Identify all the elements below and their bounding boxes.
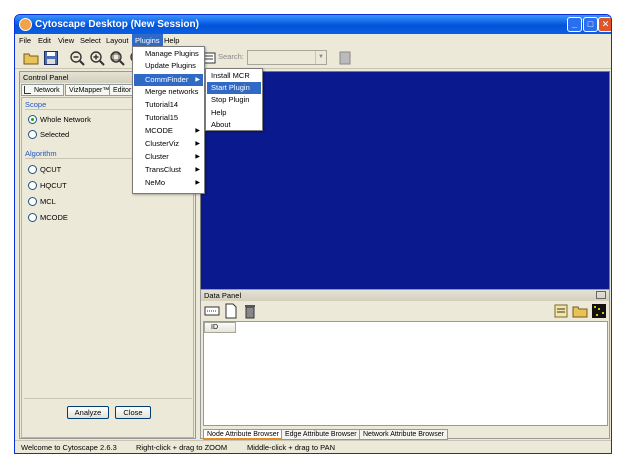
search-label: Search: bbox=[218, 52, 244, 61]
algorithm-mcl-label: MCL bbox=[40, 197, 56, 206]
radio-unselected-icon bbox=[28, 213, 37, 222]
algorithm-qcut-label: QCUT bbox=[40, 165, 62, 174]
status-zoom-hint: Right-click + drag to ZOOM bbox=[136, 443, 228, 452]
tab-network[interactable]: Network bbox=[21, 84, 64, 96]
submenu-arrow-icon: ▶ bbox=[195, 154, 200, 160]
submenu-arrow-icon: ▶ bbox=[195, 128, 200, 134]
scope-whole-network-label: Whole Network bbox=[40, 115, 91, 124]
menu-item-nemo[interactable]: NeMo ▶ bbox=[134, 177, 203, 189]
tab-vizmapper[interactable]: VizMapper™ bbox=[65, 84, 114, 96]
tab-network-label: Network bbox=[34, 87, 60, 94]
button-divider bbox=[24, 398, 192, 399]
status-welcome: Welcome to Cytoscape 2.6.3 bbox=[21, 443, 117, 452]
menu-item-stop-plugin[interactable]: Stop Plugin bbox=[207, 94, 261, 106]
new-attribute-icon[interactable] bbox=[223, 303, 239, 319]
menu-select[interactable]: Select bbox=[77, 34, 104, 47]
zoom-fit-icon[interactable] bbox=[109, 50, 125, 66]
menu-item-install-mcr[interactable]: Install MCR bbox=[207, 70, 261, 82]
radio-unselected-icon bbox=[28, 197, 37, 206]
close-window-button[interactable]: ✕ bbox=[598, 17, 611, 32]
zoom-in-icon[interactable] bbox=[89, 50, 105, 66]
menu-item-merge-networks[interactable]: Merge networks bbox=[134, 86, 203, 98]
import-folder-icon[interactable] bbox=[572, 303, 588, 319]
details-icon[interactable] bbox=[337, 50, 353, 66]
algorithm-hqcut-radio[interactable]: HQCUT bbox=[28, 180, 67, 191]
menu-item-tutorial14[interactable]: Tutorial14 bbox=[134, 99, 203, 111]
chevron-down-icon[interactable]: ▼ bbox=[315, 51, 326, 64]
status-bar: Welcome to Cytoscape 2.6.3 Right-click +… bbox=[15, 440, 611, 453]
toolbar: Search: ▼ bbox=[15, 47, 611, 69]
scope-selected-label: Selected bbox=[40, 130, 70, 139]
minimize-button[interactable]: _ bbox=[567, 17, 582, 32]
cytoscape-app-icon bbox=[19, 18, 32, 31]
submenu-arrow-icon: ▶ bbox=[195, 77, 200, 83]
data-panel-title: Data Panel bbox=[201, 290, 609, 301]
save-icon[interactable] bbox=[43, 50, 59, 66]
tab-network-attribute-browser[interactable]: Network Attribute Browser bbox=[359, 429, 448, 440]
data-panel-toolbar bbox=[201, 302, 609, 320]
submenu-arrow-icon: ▶ bbox=[195, 141, 200, 147]
tab-node-attribute-browser[interactable]: Node Attribute Browser bbox=[203, 429, 283, 440]
menu-item-update-plugins[interactable]: Update Plugins bbox=[134, 60, 203, 72]
matrix-icon[interactable] bbox=[591, 303, 607, 319]
tab-edge-attribute-browser[interactable]: Edge Attribute Browser bbox=[281, 429, 361, 440]
menu-edit[interactable]: Edit bbox=[35, 34, 54, 47]
menu-item-start-plugin[interactable]: Start Plugin bbox=[207, 82, 261, 94]
radio-unselected-icon bbox=[28, 165, 37, 174]
float-window-icon[interactable] bbox=[596, 291, 606, 299]
menu-item-manage-plugins[interactable]: Manage Plugins bbox=[134, 48, 203, 60]
radio-selected-icon bbox=[28, 115, 37, 124]
algorithm-mcode-label: MCODE bbox=[40, 213, 68, 222]
algorithm-group-title: Algorithm bbox=[25, 149, 57, 158]
menu-item-commfinder[interactable]: CommFinder ▶ bbox=[134, 74, 203, 86]
maximize-button[interactable]: □ bbox=[583, 17, 598, 32]
submenu-arrow-icon: ▶ bbox=[195, 167, 200, 173]
search-input[interactable]: ▼ bbox=[247, 50, 327, 65]
attribute-table[interactable]: ID bbox=[203, 321, 608, 426]
menu-file[interactable]: File bbox=[16, 34, 34, 47]
close-button[interactable]: Close bbox=[115, 406, 151, 419]
data-panel: Data Panel ID Node Attribute Browser Edg… bbox=[200, 289, 610, 440]
table-column-header[interactable]: ID bbox=[204, 322, 236, 333]
open-folder-icon[interactable] bbox=[23, 50, 39, 66]
select-attributes-icon[interactable] bbox=[204, 303, 220, 319]
menu-layout[interactable]: Layout bbox=[103, 34, 132, 47]
delete-attribute-icon[interactable] bbox=[242, 303, 258, 319]
analyze-button[interactable]: Analyze bbox=[67, 406, 109, 419]
menu-item-transclust[interactable]: TransClust ▶ bbox=[134, 164, 203, 176]
plugins-menu: Manage Plugins Update Plugins CommFinder… bbox=[132, 46, 205, 194]
scope-group-title: Scope bbox=[25, 100, 47, 109]
network-tree-icon bbox=[24, 86, 31, 94]
commfinder-submenu: Install MCR Start Plugin Stop Plugin Hel… bbox=[205, 68, 263, 131]
menu-bar: File Edit View Select Layout Plugins Hel… bbox=[15, 34, 611, 47]
radio-unselected-icon bbox=[28, 181, 37, 190]
attribute-list-icon[interactable] bbox=[553, 303, 569, 319]
scope-whole-network-radio[interactable]: Whole Network bbox=[28, 114, 91, 125]
window-title: Cytoscape Desktop (New Session) bbox=[35, 19, 199, 30]
algorithm-hqcut-label: HQCUT bbox=[40, 181, 67, 190]
menu-item-tutorial15[interactable]: Tutorial15 bbox=[134, 112, 203, 124]
menu-item-help[interactable]: Help bbox=[207, 107, 261, 119]
algorithm-mcl-radio[interactable]: MCL bbox=[28, 196, 56, 207]
menu-item-cluster[interactable]: Cluster ▶ bbox=[134, 151, 203, 163]
status-pan-hint: Middle-click + drag to PAN bbox=[247, 443, 336, 452]
menu-view[interactable]: View bbox=[55, 34, 77, 47]
menu-item-clusterviz[interactable]: ClusterViz ▶ bbox=[134, 138, 203, 150]
algorithm-mcode-radio[interactable]: MCODE bbox=[28, 212, 68, 223]
zoom-out-icon[interactable] bbox=[69, 50, 85, 66]
radio-unselected-icon bbox=[28, 130, 37, 139]
submenu-arrow-icon: ▶ bbox=[195, 180, 200, 186]
cytoscape-window: Cytoscape Desktop (New Session) _ □ ✕ Fi… bbox=[14, 14, 612, 454]
algorithm-qcut-radio[interactable]: QCUT bbox=[28, 164, 61, 175]
menu-item-about[interactable]: About bbox=[207, 119, 261, 131]
menu-item-mcode[interactable]: MCODE ▶ bbox=[134, 125, 203, 137]
scope-selected-radio[interactable]: Selected bbox=[28, 129, 69, 140]
title-bar[interactable]: Cytoscape Desktop (New Session) _ □ ✕ bbox=[15, 15, 611, 34]
